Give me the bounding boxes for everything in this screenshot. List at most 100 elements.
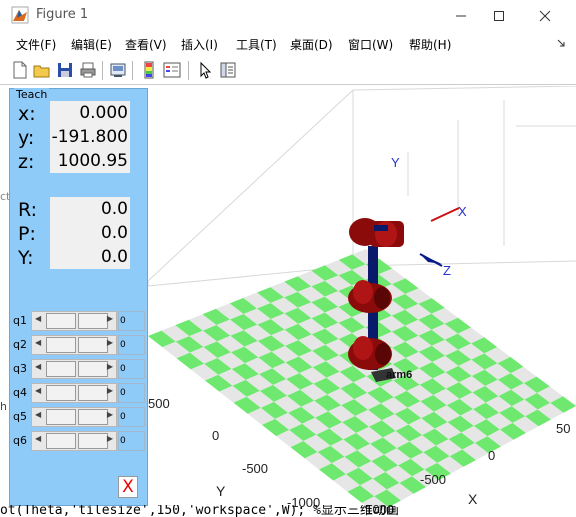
coord-value-x: 0.000 xyxy=(50,101,130,125)
link-plot-icon[interactable] xyxy=(109,61,127,79)
open-file-icon[interactable] xyxy=(33,61,51,79)
robot-3d-plot[interactable]: X Y Z arm6 500 0 -500 -1000 Y -1000 -500… xyxy=(148,86,576,514)
menu-desktop[interactable]: 桌面(D) xyxy=(290,36,333,53)
x-tick-label: 50 xyxy=(556,421,570,436)
background-fragment: ct xyxy=(0,190,9,203)
rpy-value-p: 0.0 xyxy=(50,221,130,245)
menu-help[interactable]: 帮助(H) xyxy=(409,36,451,53)
joint-slider-q5[interactable]: ◀ ▶ xyxy=(31,407,117,427)
title-bar[interactable]: Figure 1 xyxy=(0,0,576,32)
colorbar-icon[interactable] xyxy=(140,61,158,79)
menu-insert[interactable]: 插入(I) xyxy=(181,36,218,53)
frame-label-x: X xyxy=(458,204,467,219)
slider-thumb[interactable] xyxy=(78,361,108,377)
toolbar-separator xyxy=(132,61,133,80)
slider-thumb[interactable] xyxy=(46,361,76,377)
robot-joint-wrist[interactable] xyxy=(349,218,404,247)
print-icon[interactable] xyxy=(79,61,97,79)
window-title: Figure 1 xyxy=(36,7,89,22)
slider-left-arrow-icon[interactable]: ◀ xyxy=(35,386,41,395)
slider-right-arrow-icon[interactable]: ▶ xyxy=(107,410,113,419)
tool-frame xyxy=(419,207,460,267)
joint-slider-q6[interactable]: ◀ ▶ xyxy=(31,431,117,451)
joint-value-q5[interactable]: 0 xyxy=(118,407,145,427)
y-axis-name: Y xyxy=(216,483,226,499)
minimize-icon xyxy=(456,15,466,17)
robot-name-label: arm6 xyxy=(386,369,412,381)
slider-thumb[interactable] xyxy=(78,433,108,449)
new-figure-icon[interactable] xyxy=(11,61,29,79)
joint-value-q2[interactable]: 0 xyxy=(118,335,145,355)
figure-window: Figure 1 文件(F) 编辑(E) 查看(V) 插入(I) 工具(T) 桌… xyxy=(0,0,576,517)
slider-thumb[interactable] xyxy=(46,409,76,425)
slider-thumb[interactable] xyxy=(46,385,76,401)
slider-left-arrow-icon[interactable]: ◀ xyxy=(35,314,41,323)
joint-value-q3[interactable]: 0 xyxy=(118,359,145,379)
background-fragment: h xyxy=(0,400,7,413)
slider-thumb[interactable] xyxy=(46,337,76,353)
slider-left-arrow-icon[interactable]: ◀ xyxy=(35,434,41,443)
joint-label-q5: q5 xyxy=(13,410,27,423)
slider-right-arrow-icon[interactable]: ▶ xyxy=(107,386,113,395)
slider-right-arrow-icon[interactable]: ▶ xyxy=(107,362,113,371)
rpy-value-y: 0.0 xyxy=(50,245,130,269)
coord-value-z: 1000.95 xyxy=(50,149,130,173)
slider-thumb[interactable] xyxy=(78,385,108,401)
joint-label-q1: q1 xyxy=(13,314,27,327)
toolbar-separator xyxy=(188,61,189,80)
y-tick-label: 0 xyxy=(212,428,219,443)
dock-arrow-icon[interactable] xyxy=(556,38,566,48)
close-button[interactable] xyxy=(522,0,568,32)
joint-slider-q4[interactable]: ◀ ▶ xyxy=(31,383,117,403)
rpy-label-r: R: xyxy=(18,199,38,221)
slider-thumb[interactable] xyxy=(46,433,76,449)
slider-right-arrow-icon[interactable]: ▶ xyxy=(107,434,113,443)
joint-value-q6[interactable]: 0 xyxy=(118,431,145,451)
slider-thumb[interactable] xyxy=(78,313,108,329)
slider-right-arrow-icon[interactable]: ▶ xyxy=(107,338,113,347)
pointer-icon[interactable] xyxy=(196,61,214,79)
teach-close-button[interactable]: X xyxy=(118,476,138,498)
property-editor-icon[interactable] xyxy=(219,61,237,79)
coord-label-x: x: xyxy=(18,103,36,125)
save-icon[interactable] xyxy=(56,61,74,79)
rpy-value-r: 0.0 xyxy=(50,197,130,221)
coord-label-z: z: xyxy=(18,151,35,173)
menu-view[interactable]: 查看(V) xyxy=(125,36,167,53)
y-tick-label: 500 xyxy=(148,396,170,411)
joint-slider-q2[interactable]: ◀ ▶ xyxy=(31,335,117,355)
x-tick-label: 0 xyxy=(488,448,495,463)
panel-title: Teach xyxy=(14,88,50,101)
coord-label-y: y: xyxy=(18,127,35,149)
menu-tools[interactable]: 工具(T) xyxy=(236,36,277,53)
slider-left-arrow-icon[interactable]: ◀ xyxy=(35,338,41,347)
slider-thumb[interactable] xyxy=(46,313,76,329)
joint-value-q4[interactable]: 0 xyxy=(118,383,145,403)
slider-thumb[interactable] xyxy=(78,409,108,425)
slider-right-arrow-icon[interactable]: ▶ xyxy=(107,314,113,323)
toolbar xyxy=(0,57,576,85)
joint-value-q1[interactable]: 0 xyxy=(118,311,145,331)
joint-label-q2: q2 xyxy=(13,338,27,351)
joint-slider-q1[interactable]: ◀ ▶ xyxy=(31,311,117,331)
menu-file[interactable]: 文件(F) xyxy=(16,36,56,53)
frame-label-z: Z xyxy=(443,263,451,278)
joint-slider-q3[interactable]: ◀ ▶ xyxy=(31,359,117,379)
close-icon xyxy=(539,10,551,22)
maximize-button[interactable] xyxy=(476,0,522,32)
slider-left-arrow-icon[interactable]: ◀ xyxy=(35,410,41,419)
menu-window[interactable]: 窗口(W) xyxy=(348,36,393,53)
background-code-line: ot(Theta,'tilesize',150,'workspace',W); … xyxy=(0,505,399,517)
legend-icon[interactable] xyxy=(163,61,181,79)
frame-label-y: Y xyxy=(391,155,400,170)
maximize-icon xyxy=(494,11,504,21)
matlab-icon xyxy=(11,6,29,24)
slider-left-arrow-icon[interactable]: ◀ xyxy=(35,362,41,371)
menu-edit[interactable]: 编辑(E) xyxy=(71,36,112,53)
joint-label-q4: q4 xyxy=(13,386,27,399)
slider-thumb[interactable] xyxy=(78,337,108,353)
rpy-label-y: Y: xyxy=(18,247,34,269)
joint-label-q6: q6 xyxy=(13,434,27,447)
joint-label-q3: q3 xyxy=(13,362,27,375)
coord-value-y: -191.800 xyxy=(50,125,130,149)
